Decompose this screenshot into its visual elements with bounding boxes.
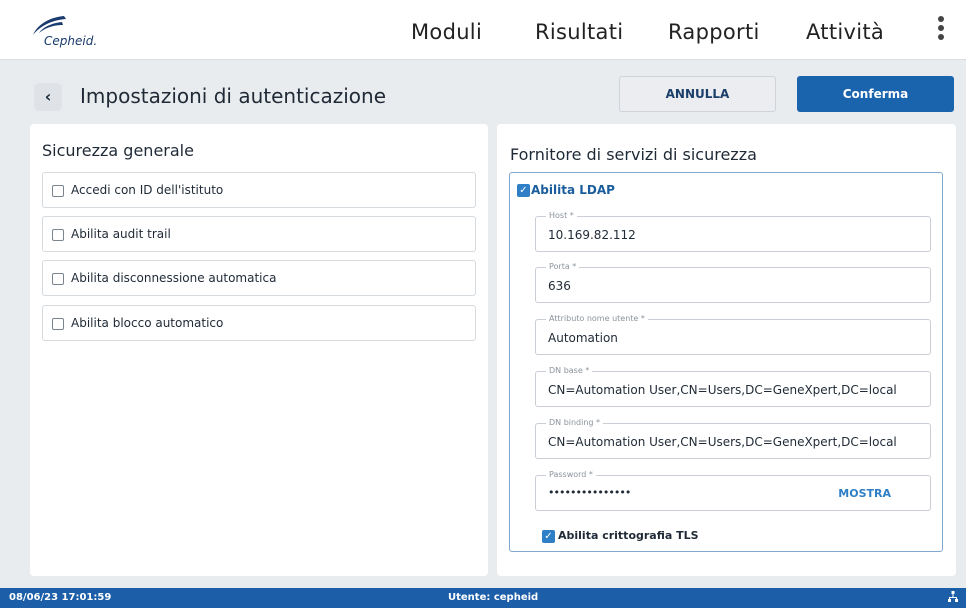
username-attribute-field[interactable]: Attributo nome utente * Automation <box>535 314 931 355</box>
binding-dn-field[interactable]: DN binding * CN=Automation User,CN=Users… <box>535 418 931 459</box>
status-user: Utente: cepheid <box>448 592 539 603</box>
checkbox-auto-logout[interactable] <box>52 273 64 285</box>
kebab-menu-icon[interactable] <box>936 16 946 46</box>
confirm-button[interactable]: Conferma <box>797 76 954 112</box>
password-value: ••••••••••••••• <box>548 486 631 499</box>
checkbox-audit-trail[interactable] <box>52 229 64 241</box>
checkbox-auto-lock[interactable] <box>52 318 64 330</box>
enable-ldap-label[interactable]: Abilita LDAP <box>531 183 615 197</box>
base-dn-field[interactable]: DN base * CN=Automation User,CN=Users,DC… <box>535 366 931 407</box>
option-audit-trail[interactable]: Abilita audit trail <box>42 216 476 252</box>
page-title: Impostazioni di autenticazione <box>80 84 386 108</box>
port-label: Porta * <box>546 262 580 271</box>
option-auto-logout[interactable]: Abilita disconnessione automatica <box>42 260 476 296</box>
status-bar: 08/06/23 17:01:59 Utente: cepheid <box>0 588 966 608</box>
port-field[interactable]: Porta * 636 <box>535 262 931 303</box>
base-dn-value: CN=Automation User,CN=Users,DC=GeneXpert… <box>548 383 897 397</box>
ldap-settings-box: ✓ Abilita LDAP Host * 10.169.82.112 Port… <box>509 172 943 552</box>
password-label: Password * <box>546 470 596 479</box>
username-attribute-label: Attributo nome utente * <box>546 314 648 323</box>
base-dn-label: DN base * <box>546 366 593 375</box>
network-icon <box>948 591 958 602</box>
nav-moduli[interactable]: Moduli <box>411 20 482 44</box>
cancel-button[interactable]: ANNULLA <box>619 76 776 112</box>
binding-dn-label: DN binding * <box>546 418 604 427</box>
general-security-panel: Sicurezza generale Accedi con ID dell'is… <box>30 124 488 576</box>
general-security-title: Sicurezza generale <box>42 141 194 160</box>
security-provider-title: Fornitore di servizi di sicurezza <box>510 145 757 164</box>
checkbox-enable-ldap[interactable]: ✓ <box>517 184 530 197</box>
username-attribute-value: Automation <box>548 331 618 345</box>
binding-dn-value: CN=Automation User,CN=Users,DC=GeneXpert… <box>548 435 897 449</box>
show-password-button[interactable]: MOSTRA <box>838 487 891 500</box>
nav-attivita[interactable]: Attività <box>806 20 884 44</box>
option-label: Abilita audit trail <box>71 227 171 241</box>
option-institution-id-login[interactable]: Accedi con ID dell'istituto <box>42 172 476 208</box>
option-label: Abilita disconnessione automatica <box>71 271 277 285</box>
security-provider-panel: Fornitore di servizi di sicurezza ✓ Abil… <box>497 124 956 576</box>
password-field[interactable]: Password * ••••••••••••••• MOSTRA <box>535 470 931 511</box>
back-button[interactable]: ‹ <box>34 83 62 111</box>
cepheid-logo: Cepheid. <box>30 14 140 50</box>
host-field[interactable]: Host * 10.169.82.112 <box>535 211 931 252</box>
option-auto-lock[interactable]: Abilita blocco automatico <box>42 305 476 341</box>
host-value: 10.169.82.112 <box>548 228 636 242</box>
host-label: Host * <box>546 211 577 220</box>
port-value: 636 <box>548 279 571 293</box>
nav-rapporti[interactable]: Rapporti <box>668 20 760 44</box>
nav-risultati[interactable]: Risultati <box>535 20 623 44</box>
option-label: Abilita blocco automatico <box>71 316 224 330</box>
checkbox-enable-tls[interactable]: ✓ <box>542 530 555 543</box>
enable-tls-label[interactable]: Abilita crittografia TLS <box>558 529 699 542</box>
status-datetime: 08/06/23 17:01:59 <box>9 592 112 603</box>
chevron-left-icon: ‹ <box>44 87 52 106</box>
checkbox-institution-id[interactable] <box>52 185 64 197</box>
top-bar: Cepheid. Moduli Risultati Rapporti Attiv… <box>0 0 966 60</box>
brand-name: Cepheid. <box>44 34 98 48</box>
option-label: Accedi con ID dell'istituto <box>71 183 224 197</box>
